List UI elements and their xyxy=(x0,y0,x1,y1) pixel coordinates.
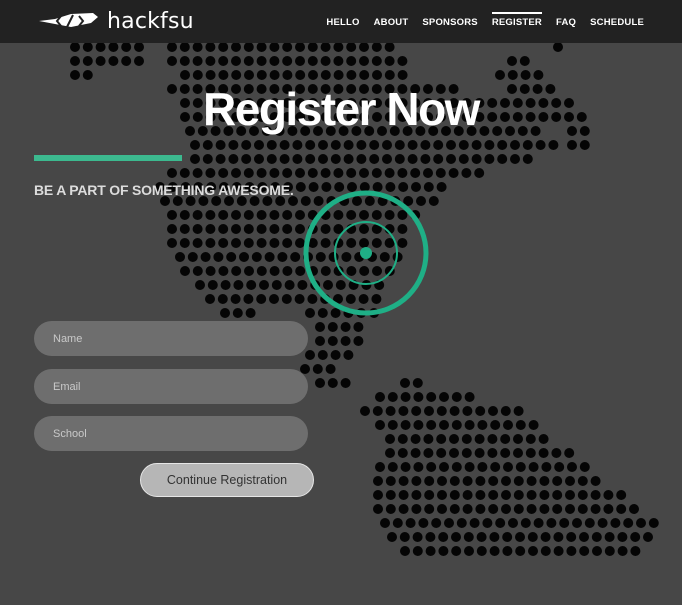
school-input[interactable] xyxy=(34,416,308,451)
nav-register[interactable]: REGISTER xyxy=(491,0,543,43)
tagline: BE A PART OF SOMETHING AWESOME. xyxy=(34,182,294,198)
nav-faq[interactable]: FAQ xyxy=(556,0,576,43)
name-input[interactable] xyxy=(34,321,308,356)
nav-hello[interactable]: HELLO xyxy=(326,0,359,43)
brand-name: hackfsu xyxy=(107,8,194,34)
logo[interactable]: hackfsu xyxy=(37,8,194,34)
top-navbar: hackfsu HELLO ABOUT SPONSORS REGISTER FA… xyxy=(0,0,682,43)
main-nav: HELLO ABOUT SPONSORS REGISTER FAQ SCHEDU… xyxy=(312,0,644,43)
nav-sponsors[interactable]: SPONSORS xyxy=(422,0,477,43)
email-input[interactable] xyxy=(34,369,308,404)
accent-bar xyxy=(34,155,182,161)
continue-registration-button[interactable]: Continue Registration xyxy=(140,463,314,497)
nav-schedule[interactable]: SCHEDULE xyxy=(590,0,644,43)
nav-about[interactable]: ABOUT xyxy=(374,0,409,43)
page-title: Register Now xyxy=(203,83,480,135)
location-target-icon xyxy=(303,190,429,316)
hackfsu-logo-icon xyxy=(39,13,98,28)
